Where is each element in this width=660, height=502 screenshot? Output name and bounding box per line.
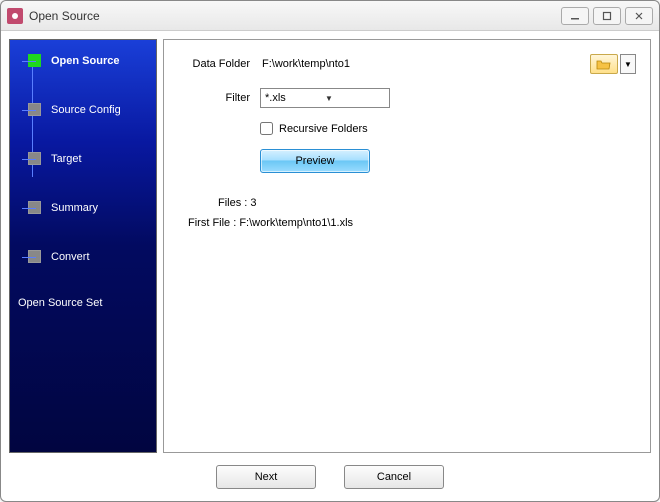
sidebar-item-label: Open Source — [51, 55, 119, 67]
filter-row: Filter *.xls ▼ — [178, 88, 636, 108]
next-button[interactable]: Next — [216, 465, 316, 489]
sidebar-item-source-config[interactable]: Source Config — [24, 101, 152, 118]
content-area: Open Source Source Config Target Summary… — [1, 31, 659, 457]
sidebar-item-label: Convert — [51, 251, 90, 263]
data-folder-label: Data Folder — [178, 58, 250, 70]
step-marker-icon — [28, 201, 41, 214]
app-icon — [7, 8, 23, 24]
step-marker-icon — [28, 152, 41, 165]
folder-open-icon — [596, 58, 612, 70]
sidebar-item-summary[interactable]: Summary — [24, 199, 152, 216]
window-title: Open Source — [29, 9, 561, 23]
maximize-button[interactable] — [593, 7, 621, 25]
sidebar-item-convert[interactable]: Convert — [24, 248, 152, 265]
folder-history-dropdown[interactable]: ▼ — [620, 54, 636, 74]
close-icon — [634, 11, 644, 21]
chevron-down-icon: ▼ — [325, 94, 385, 103]
recursive-checkbox[interactable] — [260, 122, 273, 135]
step-marker-icon — [28, 103, 41, 116]
sidebar-item-label: Source Config — [51, 104, 121, 116]
maximize-icon — [602, 11, 612, 21]
step-marker-icon — [28, 54, 41, 67]
recursive-label: Recursive Folders — [279, 123, 368, 135]
app-window: Open Source Open Source — [0, 0, 660, 502]
minimize-icon — [570, 11, 580, 21]
recursive-row: Recursive Folders — [260, 122, 636, 135]
sidebar-footer-text: Open Source Set — [14, 297, 152, 309]
footer-buttons: Next Cancel — [1, 457, 659, 501]
sidebar-item-label: Target — [51, 153, 82, 165]
chevron-down-icon: ▼ — [624, 60, 632, 69]
close-button[interactable] — [625, 7, 653, 25]
filter-combobox[interactable]: *.xls ▼ — [260, 88, 390, 108]
browse-folder-button[interactable] — [590, 54, 618, 74]
sidebar: Open Source Source Config Target Summary… — [9, 39, 157, 453]
titlebar: Open Source — [1, 1, 659, 31]
minimize-button[interactable] — [561, 7, 589, 25]
sidebar-item-open-source[interactable]: Open Source — [24, 52, 152, 69]
filter-label: Filter — [178, 92, 250, 104]
data-folder-row: Data Folder ▼ — [178, 54, 636, 74]
first-file-text: First File : F:\work\temp\nto1\1.xls — [188, 217, 636, 229]
preview-button[interactable]: Preview — [260, 149, 370, 173]
window-controls — [561, 7, 653, 25]
sidebar-item-label: Summary — [51, 202, 98, 214]
sidebar-item-target[interactable]: Target — [24, 150, 152, 167]
files-count-text: Files : 3 — [218, 197, 636, 209]
step-marker-icon — [28, 250, 41, 263]
main-panel: Data Folder ▼ Filter *.xls ▼ — [163, 39, 651, 453]
data-folder-input[interactable] — [260, 54, 584, 74]
cancel-button[interactable]: Cancel — [344, 465, 444, 489]
nav-tree: Open Source Source Config Target Summary… — [24, 52, 152, 265]
filter-value: *.xls — [265, 92, 325, 104]
